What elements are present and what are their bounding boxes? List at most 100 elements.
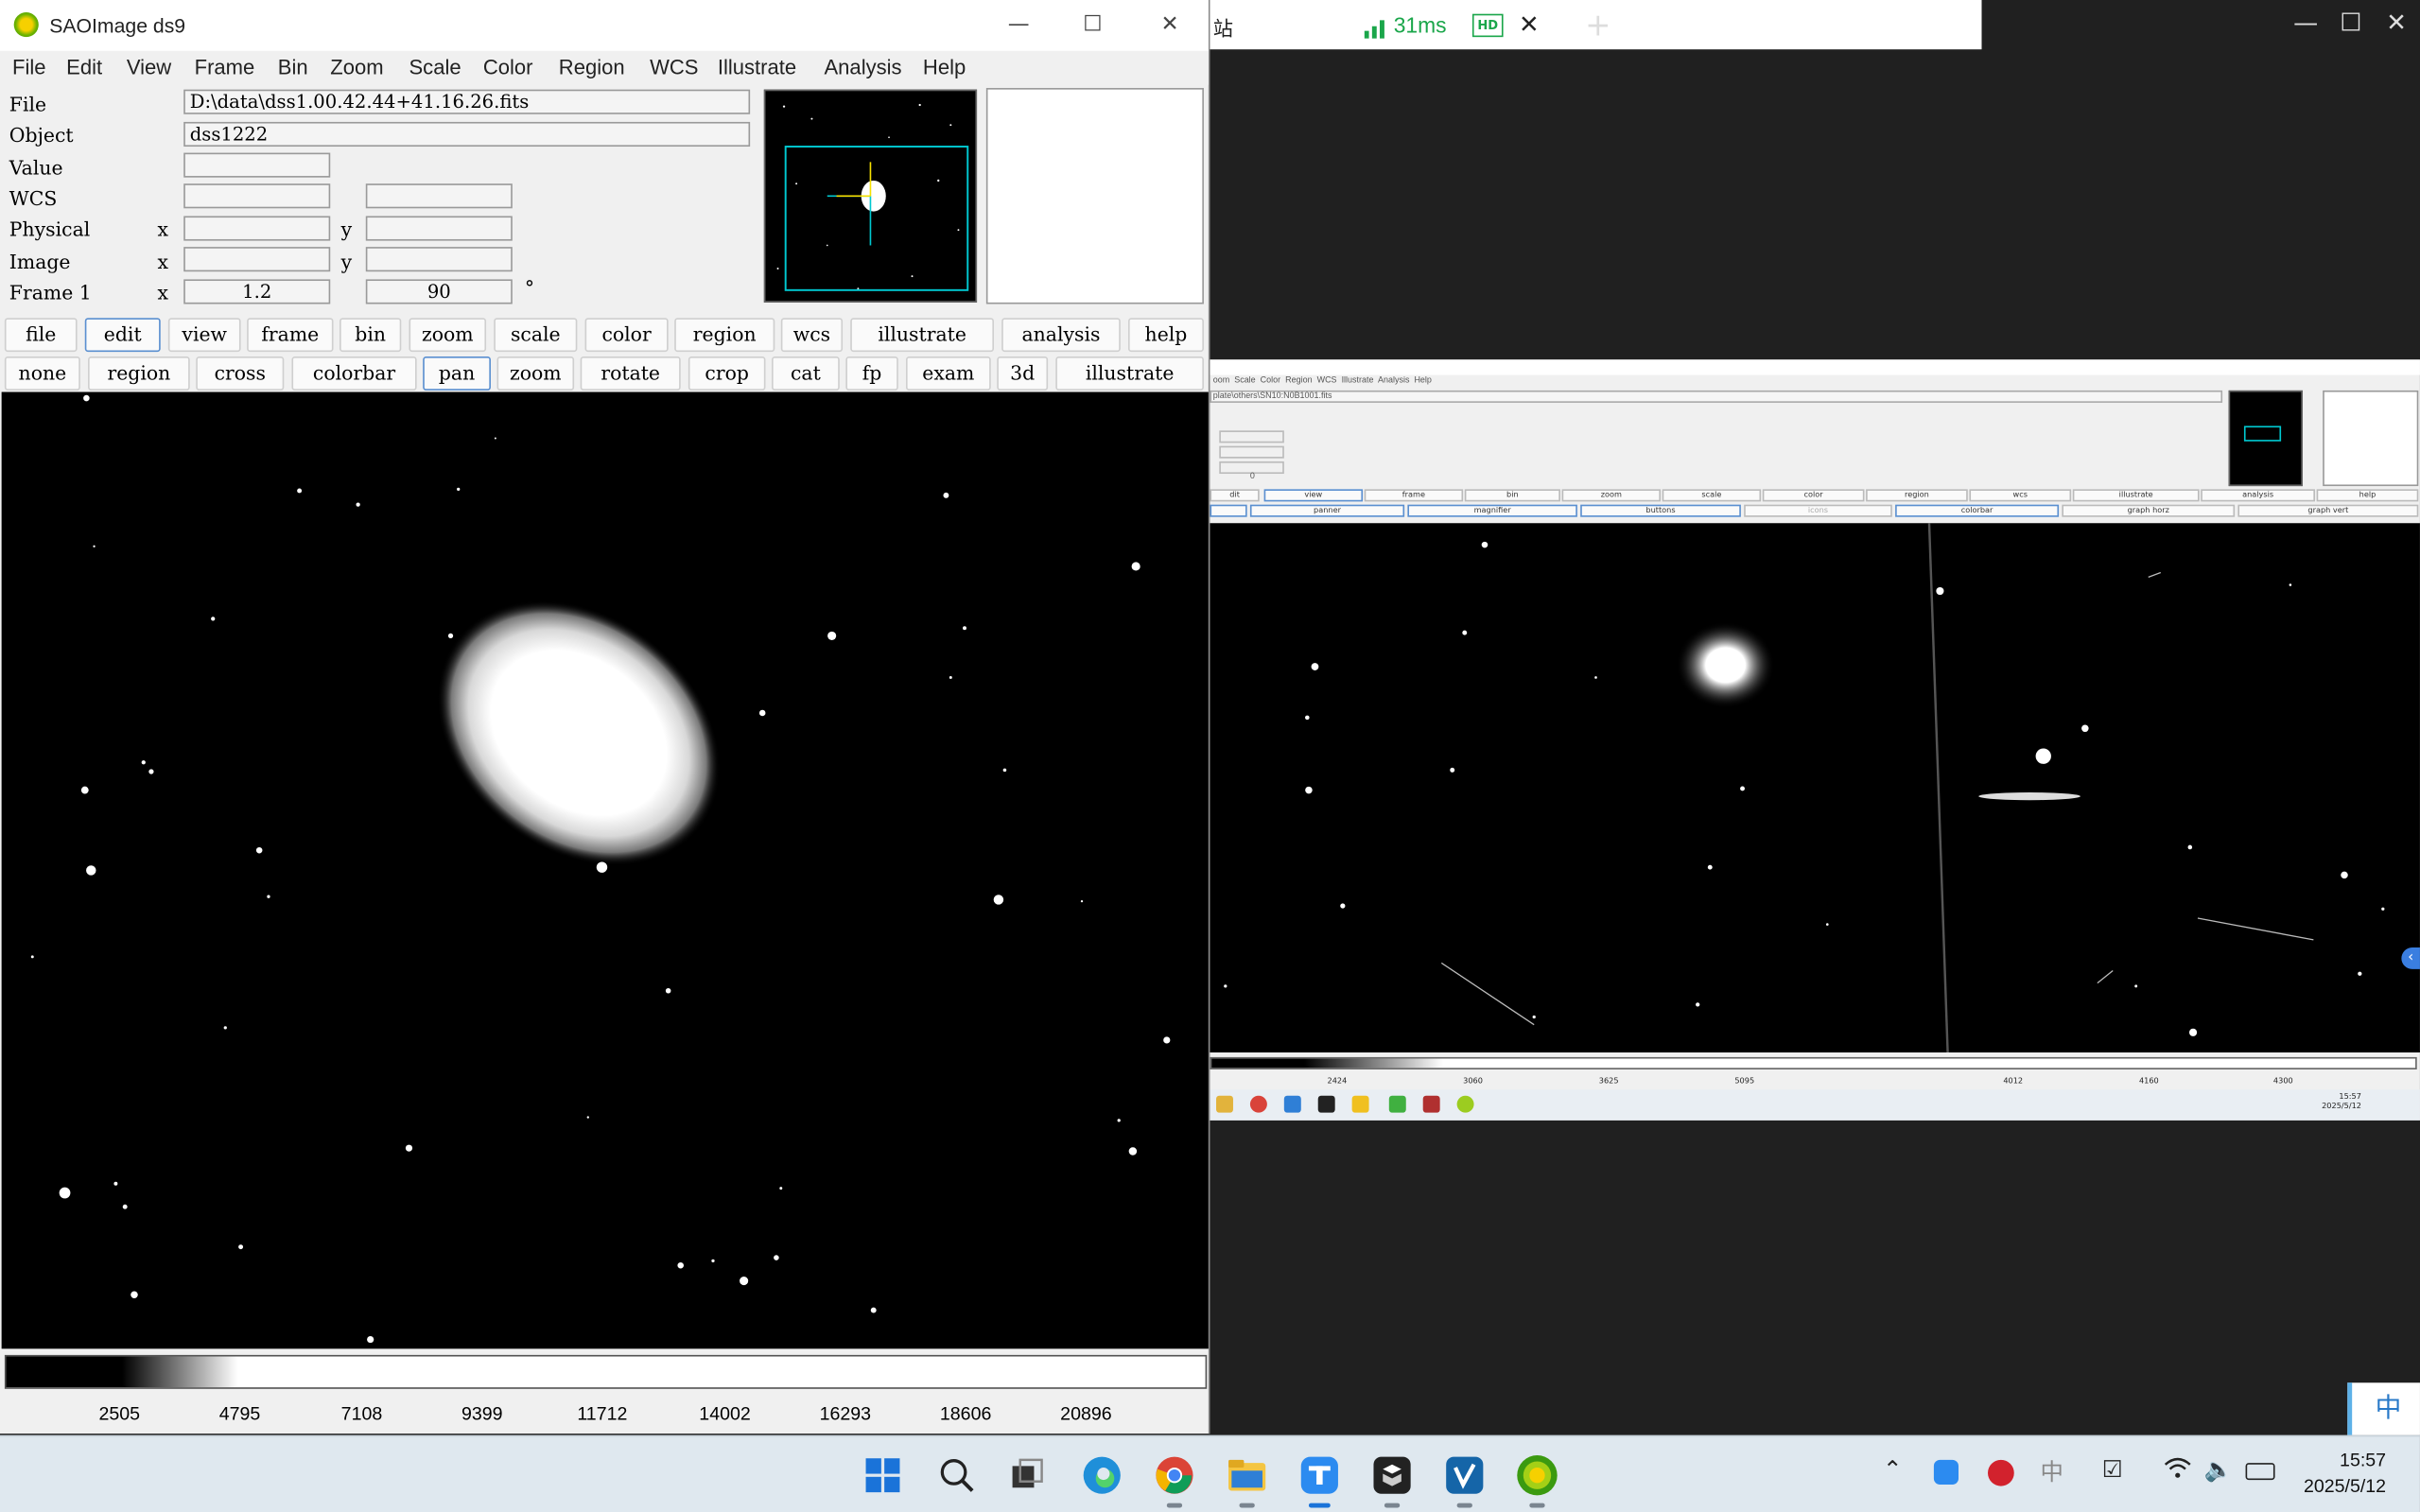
maximize-button[interactable]: ☐ [1055,0,1129,51]
panner[interactable] [763,89,978,303]
remote-maximize-icon[interactable]: ☐ [2340,8,2361,37]
btn-scale[interactable]: scale [494,318,578,353]
task-view-icon[interactable] [1006,1453,1050,1497]
menu-scale[interactable]: Scale [409,56,461,78]
btn-mode-cat[interactable]: cat [772,356,840,391]
menu-color[interactable]: Color [483,56,533,78]
remote-wechat-icon[interactable] [1388,1095,1406,1113]
terminal-app-icon[interactable] [1370,1453,1414,1508]
close-button[interactable]: ✕ [1133,0,1207,51]
todesk-icon[interactable] [1298,1453,1342,1508]
remote-btn[interactable]: colorbar [1895,504,2060,517]
minimize-button[interactable]: — [982,0,1055,51]
btn-bin[interactable]: bin [339,318,402,353]
remote-menu-item[interactable]: WCS [1317,376,1337,386]
menu-edit[interactable]: Edit [66,56,102,78]
btn-file[interactable]: file [4,318,78,353]
system-clock[interactable]: 15:57 2025/5/12 [2304,1448,2386,1500]
remote-menu-item[interactable]: Scale [1234,376,1255,386]
remote-app-icon[interactable] [1283,1095,1301,1113]
remote-chrome-icon[interactable] [1249,1095,1267,1113]
remote-btn[interactable] [1210,504,1247,517]
remote-btn[interactable]: view [1263,489,1364,502]
colorbar[interactable] [4,1354,1208,1389]
remote-close-icon[interactable]: ✕ [2386,8,2407,37]
btn-illustrate[interactable]: illustrate [850,318,995,353]
menu-bin[interactable]: Bin [278,56,308,78]
btn-zoom[interactable]: zoom [409,318,487,353]
btn-mode-illustrate[interactable]: illustrate [1055,356,1204,391]
remote-minimize-icon[interactable]: — [2293,8,2318,37]
file-explorer-icon[interactable] [1226,1453,1269,1508]
btn-help[interactable]: help [1127,318,1204,353]
menu-wcs[interactable]: WCS [650,56,698,78]
btn-mode-zoom[interactable]: zoom [496,356,575,391]
btn-region[interactable]: region [674,318,775,353]
antivirus-tray-icon[interactable] [1988,1459,2014,1486]
btn-mode-pan[interactable]: pan [423,356,491,391]
remote-btn[interactable]: magnifier [1407,504,1577,517]
remote-btn[interactable]: wcs [1969,489,2072,502]
tab-close-icon[interactable]: ✕ [1519,9,1540,39]
btn-mode-3d[interactable]: 3d [997,356,1049,391]
btn-wcs[interactable]: wcs [780,318,844,353]
remote-btn[interactable]: icons [1744,504,1892,517]
remote-btn[interactable]: illustrate [2072,489,2200,502]
checkbox-tray-icon[interactable]: ☑ [2102,1455,2123,1483]
remote-btn[interactable]: panner [1249,504,1405,517]
btn-color[interactable]: color [584,318,669,353]
menu-illustrate[interactable]: Illustrate [718,56,796,78]
new-tab-icon[interactable]: + [1585,7,1610,43]
remote-app-icon[interactable] [1351,1095,1369,1113]
menu-help[interactable]: Help [923,56,966,78]
remote-image-display[interactable] [1210,523,2420,1053]
search-icon[interactable] [935,1453,979,1497]
menu-analysis[interactable]: Analysis [824,56,901,78]
side-expand-icon[interactable]: ‹ [2401,947,2420,969]
volume-icon[interactable]: 🔈 [2203,1455,2232,1483]
remote-btn[interactable]: help [2316,489,2419,502]
menu-view[interactable]: View [127,56,171,78]
menu-file[interactable]: File [12,56,46,78]
remote-app-icon[interactable] [1422,1095,1440,1113]
remote-btn[interactable]: zoom [1561,489,1662,502]
remote-btn[interactable]: frame [1364,489,1464,502]
remote-explorer-icon[interactable] [1216,1095,1233,1113]
remote-menu-item[interactable]: Analysis [1378,376,1409,386]
battery-icon[interactable] [2245,1463,2275,1481]
remote-btn[interactable]: dit [1210,489,1260,502]
btn-mode-exam[interactable]: exam [905,356,991,391]
remote-btn[interactable]: graph vert [2237,504,2419,517]
wifi-icon[interactable] [2164,1457,2191,1485]
btn-mode-colorbar[interactable]: colorbar [291,356,417,391]
show-hidden-icons-chevron-icon[interactable]: ⌃ [1883,1455,1903,1483]
menu-frame[interactable]: Frame [195,56,255,78]
btn-edit[interactable]: edit [84,318,161,353]
remote-menu-item[interactable]: Color [1261,376,1280,386]
btn-mode-cross[interactable]: cross [196,356,285,391]
remote-screen[interactable]: oom Scale Color Region WCS Illustrate An… [1210,359,2420,1121]
btn-mode-fp[interactable]: fp [845,356,898,391]
chrome-icon[interactable] [1153,1453,1196,1508]
edge-icon[interactable] [1080,1453,1123,1497]
panner-view-box[interactable] [784,146,969,291]
btn-analysis[interactable]: analysis [1001,318,1121,353]
remote-menu-item[interactable]: oom [1213,376,1229,386]
windows-start-icon[interactable] [862,1453,905,1497]
remote-ds9-icon[interactable] [1456,1095,1474,1113]
remote-btn[interactable]: analysis [2201,489,2315,502]
btn-mode-none[interactable]: none [4,356,80,391]
btn-mode-crop[interactable]: crop [688,356,766,391]
ime-tray-icon[interactable]: 中 [2041,1455,2064,1487]
vscode-like-icon[interactable] [1443,1453,1487,1508]
btn-mode-rotate[interactable]: rotate [580,356,681,391]
remote-menu-item[interactable]: Help [1414,376,1431,386]
ime-indicator[interactable]: 中 [2347,1382,2420,1435]
remote-btn[interactable]: buttons [1580,504,1741,517]
remote-btn[interactable]: region [1866,489,1968,502]
btn-mode-region[interactable]: region [88,356,190,391]
remote-menu-item[interactable]: Region [1285,376,1312,386]
remote-menu-item[interactable]: Illustrate [1342,376,1374,386]
ds9-icon[interactable] [1516,1453,1559,1508]
remote-btn[interactable]: scale [1662,489,1762,502]
